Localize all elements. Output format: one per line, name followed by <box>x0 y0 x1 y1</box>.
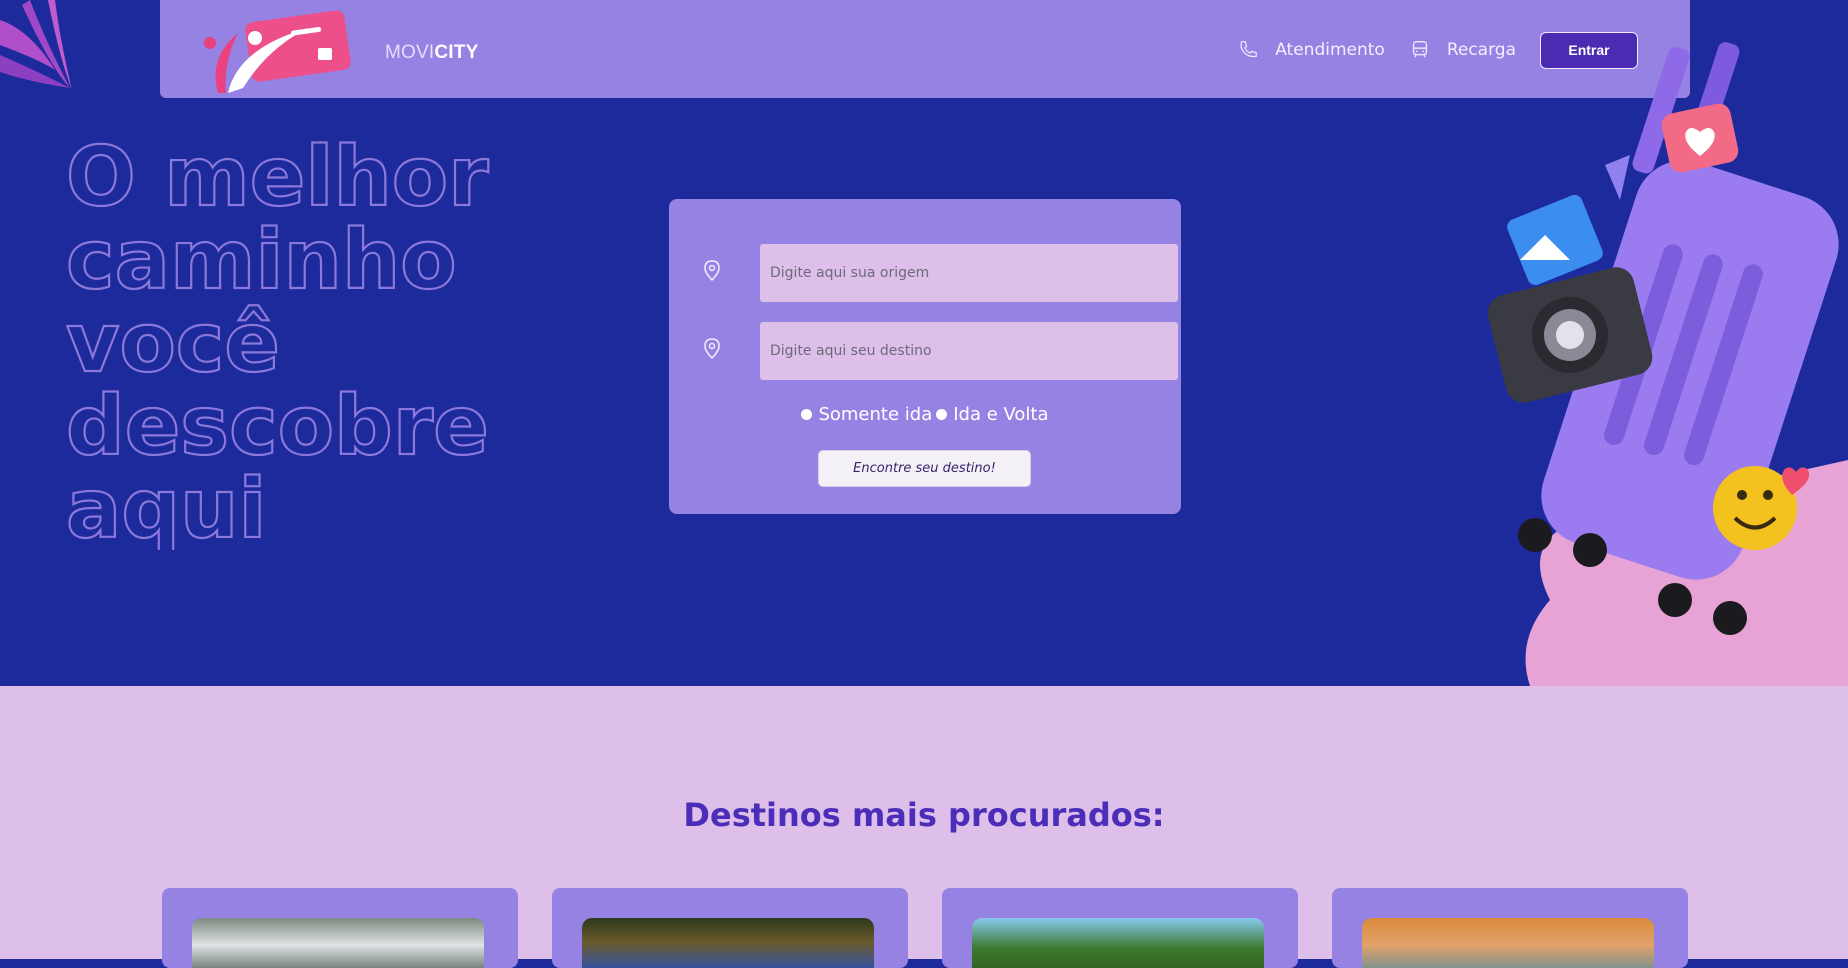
destination-photo[interactable] <box>1362 918 1654 968</box>
one-way-label: Somente ida <box>818 404 933 425</box>
popular-destinations-section: Destinos mais procurados: <box>0 686 1848 968</box>
travel-suitcase-illustration <box>1487 42 1848 686</box>
phone-icon <box>1240 41 1258 58</box>
origin-row <box>703 244 1178 302</box>
one-way-option[interactable]: Somente ida <box>801 404 932 425</box>
destination-photo[interactable] <box>192 918 484 968</box>
location-pin-icon <box>704 338 720 360</box>
find-destination-button[interactable]: Encontre seu destino! <box>818 450 1031 487</box>
destination-card[interactable] <box>1332 888 1688 968</box>
section-title: Destinos mais procurados: <box>683 796 1165 834</box>
origin-input[interactable] <box>760 244 1178 302</box>
headline-line: aqui <box>66 462 267 550</box>
brand-name: MOVICITY <box>385 42 479 63</box>
destination-card[interactable] <box>942 888 1298 968</box>
one-way-radio[interactable] <box>801 409 813 420</box>
destination-photo[interactable] <box>972 918 1264 968</box>
decorative-splash-icon <box>0 0 72 90</box>
headline-line: caminho <box>66 213 457 308</box>
headline-line: descobre <box>66 379 489 474</box>
headline-line: O melhor <box>66 130 489 225</box>
hero-headline: O melhor caminho você descobre aqui <box>66 130 566 550</box>
destination-card[interactable] <box>162 888 518 968</box>
destination-input[interactable] <box>760 322 1178 380</box>
search-form: Somente ida Ida e Volta Encontre seu des… <box>669 199 1181 514</box>
hero-section: MOVICITY Atendimento Recarga Entrar O me… <box>0 0 1848 686</box>
ticket-card-icon <box>204 10 351 93</box>
brand-logo[interactable]: MOVICITY <box>198 8 478 98</box>
location-pin-icon <box>704 260 720 282</box>
nav-support-link[interactable]: Atendimento <box>1275 40 1385 60</box>
destination-card[interactable] <box>552 888 908 968</box>
trip-type-options: Somente ida Ida e Volta <box>669 404 1181 425</box>
destination-cards <box>162 888 1722 968</box>
round-trip-radio[interactable] <box>936 409 948 420</box>
destination-row <box>703 322 1178 380</box>
round-trip-label: Ida e Volta <box>953 404 1049 425</box>
headline-line: você <box>66 296 280 391</box>
round-trip-option[interactable]: Ida e Volta <box>936 404 1049 425</box>
destination-photo[interactable] <box>582 918 874 968</box>
